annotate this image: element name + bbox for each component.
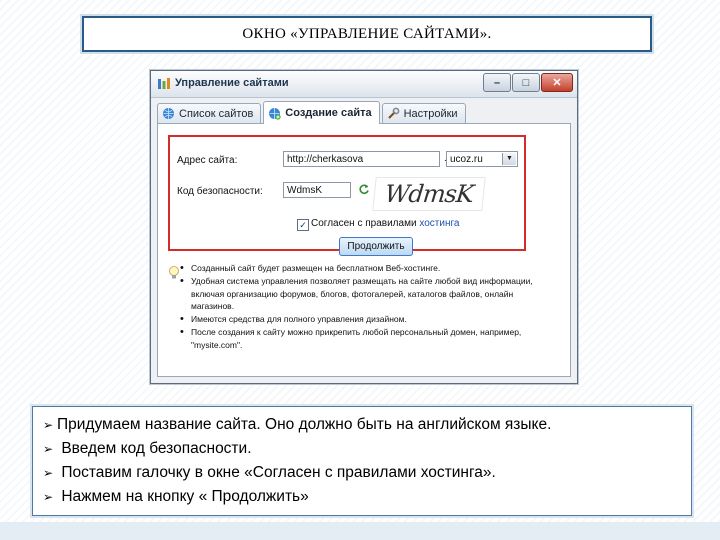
info-item: Удобная система управления позволяет раз… [178, 275, 548, 313]
instructions-box: ➢ Придумаем название сайта. Оно должно бы… [32, 406, 692, 516]
domain-select[interactable]: ucoz.ru ▼ [446, 151, 518, 167]
agree-checkbox[interactable]: ✓ [297, 219, 309, 231]
info-item: После создания к сайту можно прикрепить … [178, 326, 548, 352]
instruction-text: Придумаем название сайта. Оно должно быт… [57, 416, 552, 433]
settings-icon [387, 107, 400, 119]
refresh-captcha-icon[interactable] [358, 183, 370, 195]
hosting-rules-link[interactable]: хостинга [419, 218, 459, 229]
address-label: Адрес сайта: [177, 155, 238, 166]
tab-settings-label: Настройки [403, 107, 458, 120]
minimize-button[interactable]: – [483, 73, 511, 92]
maximize-button[interactable]: □ [512, 73, 540, 92]
tab-site-list-label: Список сайтов [179, 107, 254, 120]
create-site-icon [269, 107, 281, 120]
security-code-input[interactable]: WdmsK [283, 182, 351, 198]
agree-label: Согласен с правилами хостинга [311, 218, 459, 229]
captcha-image: WdmsK [372, 177, 486, 211]
tab-settings[interactable]: Настройки [381, 103, 466, 123]
arrow-bullet-icon: ➢ [43, 418, 54, 432]
info-item: Имеются средства для полного управления … [178, 313, 548, 326]
arrow-bullet-icon: ➢ [43, 442, 54, 456]
site-manager-window: Управление сайтами – □ ✕ Список сайтов С… [150, 70, 578, 384]
continue-button[interactable]: Продолжить [339, 237, 413, 256]
create-site-panel: Адрес сайта: http://cherkasova . ucoz.ru… [157, 123, 571, 377]
agree-text: Согласен с правилами [311, 218, 417, 229]
site-address-input[interactable]: http://cherkasova [283, 151, 440, 167]
instruction-item: ➢ Поставим галочку в окне «Согласен с пр… [43, 461, 681, 485]
site-list-icon [163, 108, 174, 119]
instruction-item: ➢ Нажмем на кнопку « Продолжить» [43, 485, 681, 509]
highlight-frame: Адрес сайта: http://cherkasova . ucoz.ru… [168, 135, 526, 256]
domain-value: ucoz.ru [450, 154, 483, 165]
instruction-text: Введем код безопасности. [61, 440, 252, 457]
tab-bar: Список сайтов Создание сайта Настройки [157, 101, 468, 124]
instruction-item: ➢ Введем код безопасности. [43, 437, 681, 461]
instruction-text: Поставим галочку в окне «Согласен с прав… [61, 464, 496, 481]
instruction-text: Нажмем на кнопку « Продолжить» [61, 488, 309, 505]
info-list: Созданный сайт будет размещен на бесплат… [178, 262, 548, 352]
window-titlebar[interactable]: Управление сайтами – □ ✕ [151, 71, 577, 98]
ucoz-app-icon [158, 78, 170, 89]
arrow-bullet-icon: ➢ [43, 490, 54, 504]
info-item: Созданный сайт будет размещен на бесплат… [178, 262, 548, 275]
security-label: Код безопасности: [177, 186, 263, 197]
chevron-down-icon: ▼ [502, 153, 516, 165]
instruction-item: ➢ Придумаем название сайта. Оно должно бы… [43, 413, 681, 437]
close-button[interactable]: ✕ [541, 73, 573, 92]
window-title: Управление сайтами [175, 77, 289, 89]
arrow-bullet-icon: ➢ [43, 466, 54, 480]
tab-create-site[interactable]: Создание сайта [263, 101, 380, 124]
tab-create-site-label: Создание сайта [285, 107, 372, 119]
background-band [0, 522, 720, 540]
tab-site-list[interactable]: Список сайтов [157, 103, 262, 123]
slide-title: ОКНО «УПРАВЛЕНИЕ САЙТАМИ». [82, 16, 652, 52]
